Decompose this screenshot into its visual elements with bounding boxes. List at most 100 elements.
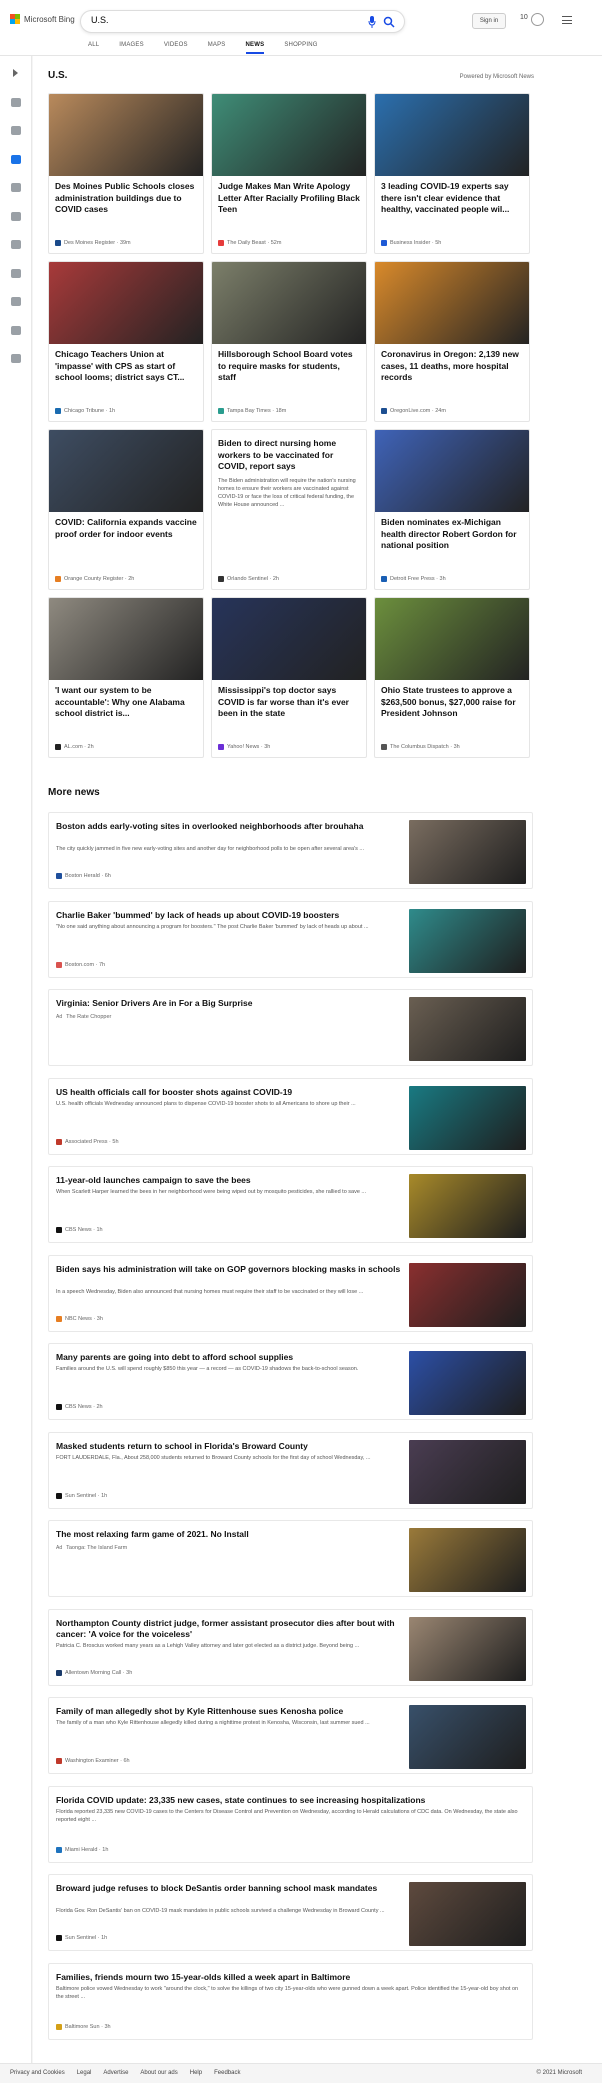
shuffle-icon[interactable] [11, 126, 21, 135]
expand-icon[interactable] [13, 69, 18, 77]
news-image[interactable] [409, 1616, 526, 1681]
footer-link[interactable]: About our ads [140, 2070, 177, 2076]
news-source[interactable]: Boston.com · 7h [56, 961, 105, 968]
news-title[interactable]: Biden nominates ex-Michigan health direc… [375, 512, 529, 558]
news-title[interactable]: 11-year-old launches campaign to save th… [56, 1175, 404, 1186]
news-title[interactable]: Broward judge refuses to block DeSantis … [56, 1883, 404, 1894]
news-title[interactable]: The most relaxing farm game of 2021. No … [56, 1529, 404, 1540]
footer-link[interactable]: Advertise [103, 2070, 128, 2076]
rocket-icon[interactable] [11, 268, 21, 278]
news-list-item[interactable]: Many parents are going into debt to affo… [48, 1343, 533, 1420]
news-source[interactable]: Sun Sentinel · 1h [56, 1492, 107, 1499]
news-source[interactable]: Orlando Sentinel · 2h [218, 576, 279, 582]
news-source[interactable]: Detroit Free Press · 3h [381, 576, 446, 582]
bank-icon[interactable] [11, 325, 21, 335]
news-source[interactable]: Tampa Bay Times · 18m [218, 408, 286, 414]
news-list-item[interactable]: Family of man allegedly shot by Kyle Rit… [48, 1697, 533, 1774]
news-source[interactable]: CBS News · 2h [56, 1404, 103, 1410]
news-source[interactable]: Ad Taonga: The Island Farm [56, 1545, 127, 1551]
news-image[interactable] [409, 1528, 526, 1592]
footer-link[interactable]: Feedback [214, 2070, 240, 2076]
search-input[interactable] [91, 15, 351, 25]
news-card[interactable]: Mississippi's top doctor says COVID is f… [211, 597, 367, 758]
news-list-item[interactable]: Charlie Baker 'bummed' by lack of heads … [48, 900, 533, 978]
news-source[interactable]: AL.com · 2h [55, 744, 94, 750]
footer-link[interactable]: Privacy and Cookies [10, 2070, 65, 2076]
news-card[interactable]: 3 leading COVID-19 experts say there isn… [374, 93, 530, 254]
save-icon[interactable] [11, 297, 21, 306]
news-card[interactable]: 'I want our system to be accountable': W… [48, 597, 204, 758]
news-source[interactable]: The Columbus Dispatch · 3h [381, 744, 460, 750]
news-list-item[interactable]: Broward judge refuses to block DeSantis … [48, 1874, 533, 1951]
news-image[interactable] [409, 1351, 526, 1415]
news-image[interactable] [409, 1085, 526, 1150]
news-list-item[interactable]: Northampton County district judge, forme… [48, 1608, 533, 1686]
news-title[interactable]: COVID: California expands vaccine proof … [49, 512, 203, 558]
news-image[interactable] [409, 1882, 526, 1946]
news-title[interactable]: Florida COVID update: 23,335 new cases, … [56, 1795, 526, 1806]
microphone-icon[interactable] [368, 16, 376, 28]
news-title[interactable]: Coronavirus in Oregon: 2,139 new cases, … [375, 344, 529, 390]
news-image[interactable] [49, 262, 203, 344]
news-image[interactable] [409, 1439, 526, 1504]
card-icon[interactable] [11, 354, 21, 363]
sign-in-button[interactable]: Sign in [472, 13, 506, 29]
news-card[interactable]: Chicago Teachers Union at 'impasse' with… [48, 261, 204, 422]
news-title[interactable]: 'I want our system to be accountable': W… [49, 680, 203, 726]
news-image[interactable] [375, 94, 529, 176]
news-card[interactable]: Hillsborough School Board votes to requi… [211, 261, 367, 422]
news-image[interactable] [49, 94, 203, 176]
news-source[interactable]: Yahoo! News · 3h [218, 744, 270, 750]
news-image[interactable] [375, 430, 529, 512]
news-source[interactable]: Washington Examiner · 6h [56, 1758, 130, 1764]
news-card[interactable]: Biden to direct nursing home workers to … [211, 429, 367, 590]
news-title[interactable]: Hillsborough School Board votes to requi… [212, 344, 366, 390]
news-image[interactable] [409, 1174, 526, 1238]
news-source[interactable]: Ad The Rate Chopper [56, 1014, 111, 1020]
tab-maps[interactable]: MAPS [208, 40, 226, 54]
news-title[interactable]: Ohio State trustees to approve a $263,50… [375, 680, 529, 726]
rewards-points[interactable]: 10 [520, 14, 528, 21]
news-source[interactable]: Allentown Morning Call · 3h [56, 1669, 132, 1676]
tab-news[interactable]: NEWS [245, 40, 265, 54]
news-image[interactable] [49, 430, 203, 512]
news-title[interactable]: Boston adds early-voting sites in overlo… [56, 821, 404, 832]
globe-icon[interactable] [11, 211, 21, 221]
news-image[interactable] [409, 1262, 526, 1327]
news-source[interactable]: OregonLive.com · 24m [381, 408, 446, 414]
news-title[interactable]: Virginia: Senior Drivers Are in For a Bi… [56, 998, 404, 1009]
rewards-icon[interactable] [531, 13, 544, 26]
news-title[interactable]: Northampton County district judge, forme… [56, 1618, 404, 1640]
footer-link[interactable]: Legal [77, 2070, 92, 2076]
news-image[interactable] [409, 1705, 526, 1769]
news-card[interactable]: Judge Makes Man Write Apology Letter Aft… [211, 93, 367, 254]
news-title[interactable]: Biden says his administration will take … [56, 1264, 404, 1275]
news-source[interactable]: Business Insider · 5h [381, 240, 441, 246]
tab-images[interactable]: IMAGES [119, 40, 144, 54]
news-title[interactable]: US health officials call for booster sho… [56, 1087, 404, 1098]
news-card[interactable]: Des Moines Public Schools closes adminis… [48, 93, 204, 254]
news-list-item[interactable]: Boston adds early-voting sites in overlo… [48, 812, 533, 889]
news-list-item[interactable]: Florida COVID update: 23,335 new cases, … [48, 1785, 533, 1863]
location-icon[interactable] [11, 183, 21, 192]
news-list-item[interactable]: 11-year-old launches campaign to save th… [48, 1166, 533, 1243]
news-source[interactable]: Des Moines Register · 39m [55, 240, 131, 246]
news-source[interactable]: Associated Press · 5h [56, 1138, 119, 1145]
news-card[interactable]: Biden nominates ex-Michigan health direc… [374, 429, 530, 590]
news-title[interactable]: Family of man allegedly shot by Kyle Rit… [56, 1706, 404, 1717]
news-image[interactable] [409, 820, 526, 884]
tab-all[interactable]: ALL [88, 40, 99, 54]
home-icon[interactable] [11, 97, 21, 107]
running-icon[interactable] [11, 240, 21, 249]
news-image[interactable] [409, 908, 526, 973]
bing-logo[interactable]: Microsoft Bing [10, 14, 75, 24]
news-title[interactable]: Families, friends mourn two 15-year-olds… [56, 1972, 526, 1983]
news-list-item[interactable]: US health officials call for booster sho… [48, 1077, 533, 1155]
search-icon[interactable] [383, 16, 395, 28]
menu-icon[interactable] [562, 16, 572, 24]
news-title[interactable]: 3 leading COVID-19 experts say there isn… [375, 176, 529, 222]
news-list-item[interactable]: Masked students return to school in Flor… [48, 1431, 533, 1509]
news-source[interactable]: Chicago Tribune · 1h [55, 408, 115, 414]
news-image[interactable] [212, 598, 366, 680]
news-title[interactable]: Biden to direct nursing home workers to … [212, 430, 366, 473]
